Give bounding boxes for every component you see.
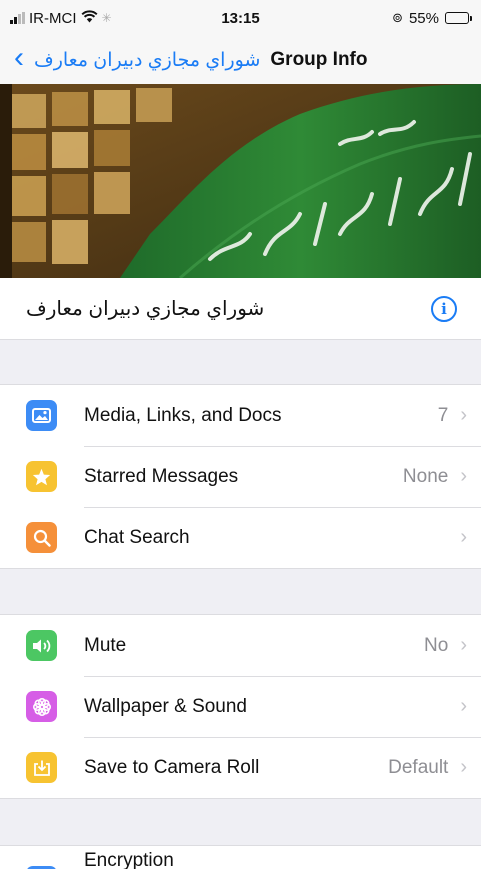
chevron-right-icon: › (460, 404, 467, 426)
wallpaper-sound-row[interactable]: Wallpaper & Sound › (0, 676, 481, 737)
settings-section: Mute No › Wallpaper & Sound › Save to Ca… (0, 614, 481, 799)
info-icon[interactable]: i (431, 295, 457, 322)
row-value: Default (388, 756, 449, 778)
row-label: Wallpaper & Sound (84, 695, 248, 717)
download-icon (26, 752, 57, 783)
status-left: IR-MCI ✳ (10, 10, 112, 27)
battery-percent: 55% (408, 9, 439, 27)
chevron-right-icon: › (460, 634, 467, 656)
row-value: 7 (437, 404, 449, 426)
encryption-row[interactable]: Encryption (0, 846, 481, 869)
row-label: Encryption (84, 850, 174, 869)
chevron-right-icon: › (460, 465, 467, 487)
signal-icon (10, 12, 25, 24)
orientation-lock-icon: ⊚ (392, 10, 403, 25)
row-label: Mute (84, 634, 127, 656)
row-value: None (402, 465, 449, 487)
group-name-row[interactable]: شوراي مجازي دبيران معارف i (0, 278, 481, 340)
status-bar: IR-MCI ✳ 13:15 ⊚ 55% (0, 0, 481, 36)
media-section: Media, Links, and Docs 7 › Starred Messa… (0, 384, 481, 569)
row-label: Chat Search (84, 526, 190, 548)
battery-icon (445, 12, 472, 24)
chevron-right-icon: › (460, 756, 467, 778)
nav-bar: ‹ شوراي مجازي دبيران معارف Group Info (0, 36, 481, 84)
chevron-right-icon: › (460, 526, 467, 548)
row-label: Starred Messages (84, 465, 239, 487)
back-button[interactable]: شوراي مجازي دبيران معارف (34, 49, 260, 72)
flower-icon (26, 691, 57, 722)
save-to-camera-roll-row[interactable]: Save to Camera Roll Default › (0, 737, 481, 798)
chat-search-row[interactable]: Chat Search › (0, 507, 481, 568)
star-icon (26, 461, 57, 492)
carrier-label: IR-MCI (29, 9, 77, 27)
group-photo-image (0, 84, 481, 278)
group-name: شوراي مجازي دبيران معارف (26, 298, 265, 320)
mute-row[interactable]: Mute No › (0, 615, 481, 676)
row-label: Save to Camera Roll (84, 756, 260, 778)
wifi-icon (81, 9, 98, 27)
security-section: Encryption (0, 845, 481, 869)
back-chevron-icon[interactable]: ‹ (14, 43, 24, 73)
group-photo[interactable] (0, 84, 481, 278)
media-links-docs-row[interactable]: Media, Links, and Docs 7 › (0, 385, 481, 446)
activity-spinner-icon: ✳ (101, 11, 112, 25)
starred-messages-row[interactable]: Starred Messages None › (0, 446, 481, 507)
search-icon (26, 522, 57, 553)
speaker-icon (26, 630, 57, 661)
status-time: 13:15 (221, 9, 260, 27)
page-title: Group Info (270, 49, 368, 70)
chevron-right-icon: › (460, 695, 467, 717)
photo-icon (26, 400, 57, 431)
row-label: Media, Links, and Docs (84, 404, 282, 426)
row-value: No (424, 634, 449, 656)
status-right: ⊚ 55% (392, 9, 472, 27)
